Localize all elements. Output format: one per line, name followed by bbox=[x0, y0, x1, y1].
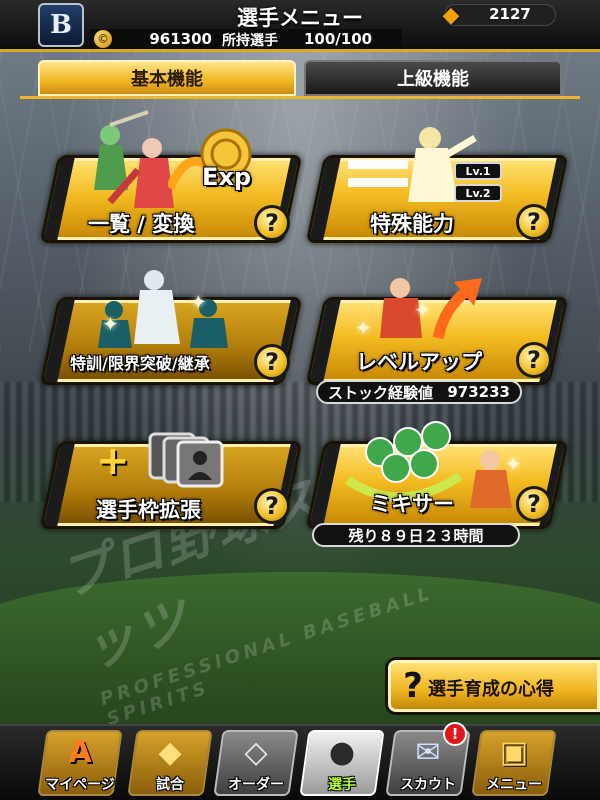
expand-slots-help-icon[interactable]: ? bbox=[254, 488, 290, 524]
levelup-illustration bbox=[380, 278, 482, 340]
crystal-count: 2127 bbox=[489, 5, 531, 23]
stock-exp-label: ストック経験値 bbox=[328, 383, 434, 402]
special-ability-help-icon[interactable]: ? bbox=[516, 204, 552, 240]
player-cards-icon bbox=[148, 432, 224, 488]
crystal-icon: ◆ bbox=[442, 2, 460, 28]
mixer-remaining-bar: 残り８９日２３時間 bbox=[312, 523, 520, 547]
mixer-label: ミキサー bbox=[370, 492, 454, 516]
nav-players-label: 選手 bbox=[328, 777, 356, 793]
money-value: 961300 bbox=[149, 30, 212, 48]
plus-icon: + bbox=[96, 438, 130, 484]
sparkle-icon: ✦ bbox=[505, 452, 522, 476]
owned-players-label: 所持選手 bbox=[222, 33, 278, 49]
stock-exp-value: 973233 bbox=[447, 383, 510, 401]
sparkle-icon: ✦ bbox=[102, 312, 119, 336]
mixer-help-icon[interactable]: ? bbox=[516, 486, 552, 522]
expand-slots-label: 選手枠拡張 bbox=[96, 498, 201, 522]
growth-guide-label: 選手育成の心得 bbox=[428, 679, 554, 700]
training-illustration bbox=[98, 270, 228, 348]
nav-scout-label: スカウト bbox=[400, 777, 456, 793]
team-logo[interactable]: B bbox=[38, 3, 84, 47]
coin-icon: © bbox=[94, 30, 112, 48]
exp-label: Exp bbox=[202, 163, 252, 191]
menu-icon: ▣ bbox=[499, 735, 529, 770]
special-ability-label: 特殊能力 bbox=[370, 212, 454, 236]
stock-exp-bar: ストック経験値 973233 bbox=[316, 380, 522, 404]
training-label: 特訓/限界突破/継承 bbox=[70, 354, 210, 373]
lv1-badge: Lv.1 bbox=[454, 162, 502, 180]
player-icon: ● bbox=[328, 735, 356, 770]
page-title: 選手メニュー bbox=[237, 6, 363, 30]
notification-badge: ! bbox=[443, 722, 467, 746]
nav-order-label: オーダー bbox=[228, 777, 284, 793]
training-help-icon[interactable]: ? bbox=[254, 344, 290, 380]
nav-game-label: 試合 bbox=[156, 777, 184, 793]
list-convert-label: 一覧 / 変換 bbox=[88, 212, 195, 236]
baseball-field-icon: ◆ bbox=[158, 735, 182, 770]
sparkle-icon: ✦ bbox=[190, 290, 207, 314]
level-up-label: レベルアップ bbox=[356, 350, 482, 374]
lineup-icon: ◇ bbox=[244, 735, 268, 770]
tab-basic[interactable]: 基本機能 bbox=[38, 60, 296, 96]
sparkle-icon: ✦ bbox=[414, 298, 431, 322]
owned-players-value: 100/100 bbox=[304, 30, 373, 48]
nav-menu-label: メニュー bbox=[486, 777, 542, 793]
mypage-icon: A bbox=[68, 735, 92, 770]
nav-mypage-label: マイページ bbox=[45, 777, 115, 793]
sparkle-icon: ✦ bbox=[355, 316, 372, 340]
question-mark-icon: ? bbox=[403, 666, 423, 706]
tab-advanced[interactable]: 上級機能 bbox=[304, 60, 562, 96]
lv2-badge: Lv.2 bbox=[454, 184, 502, 202]
list-convert-help-icon[interactable]: ? bbox=[254, 205, 290, 241]
level-up-help-icon[interactable]: ? bbox=[516, 342, 552, 378]
